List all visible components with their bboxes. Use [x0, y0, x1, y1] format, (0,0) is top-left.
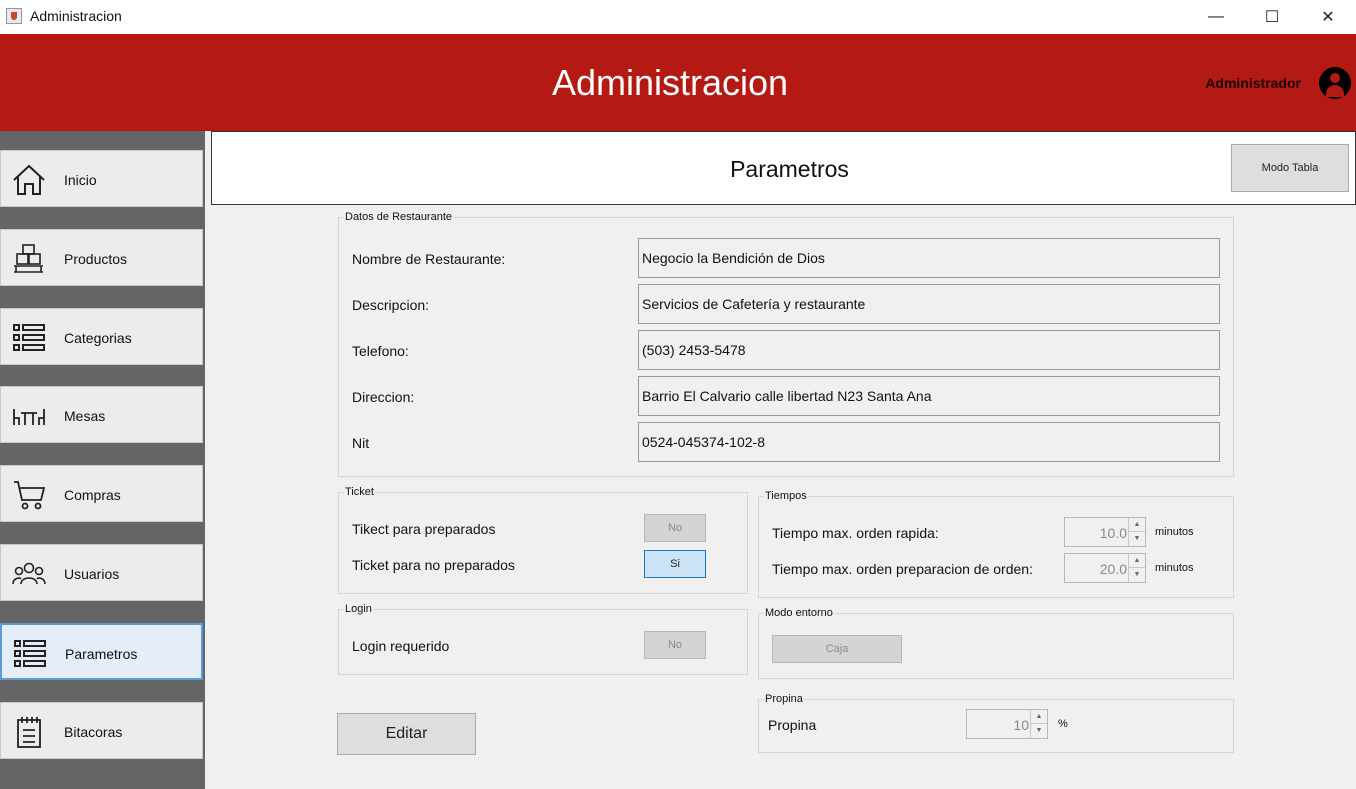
sidebar-item-label: Bitacoras: [64, 724, 123, 740]
tiempos-group: Tiempos: [758, 490, 1234, 598]
boxes-icon: [14, 244, 43, 273]
group-title: Modo entorno: [764, 607, 834, 619]
tiempo-rapida-unit: minutos: [1155, 526, 1194, 538]
tiempo-preparacion-unit: minutos: [1155, 562, 1194, 574]
sidebar-item-label: Compras: [64, 487, 121, 503]
table-chairs-icon: [13, 409, 45, 425]
user-avatar-icon[interactable]: [1319, 67, 1351, 99]
ticket-no-preparados-label: Ticket para no preparados: [352, 557, 515, 573]
app-header: Administracion Administrador: [0, 34, 1356, 131]
spinner-down-icon[interactable]: ▼: [1031, 724, 1047, 738]
sidebar-item-bitacoras[interactable]: Bitacoras: [0, 702, 203, 759]
sidebar-item-label: Productos: [64, 251, 128, 267]
propina-label: Propina: [768, 717, 817, 733]
direccion-field[interactable]: Barrio El Calvario calle libertad N23 Sa…: [638, 376, 1220, 416]
sidebar-item-compras[interactable]: Compras: [0, 465, 203, 522]
sidebar: Inicio Productos Categorias Mesas Compra…: [0, 131, 205, 789]
tiempo-preparacion-spinner[interactable]: 20.0 ▲ ▼: [1064, 553, 1146, 583]
sidebar-item-label: Categorias: [64, 330, 132, 346]
login-requerido-toggle[interactable]: No: [644, 631, 706, 659]
page-title: Parametros: [730, 156, 849, 182]
list-icon: [14, 640, 46, 667]
sidebar-item-inicio[interactable]: Inicio: [0, 150, 203, 207]
cart-icon: [14, 481, 46, 510]
minimize-button[interactable]: —: [1188, 0, 1244, 34]
spinner-value: 20.0: [1099, 561, 1127, 577]
close-button[interactable]: ✕: [1300, 0, 1356, 34]
sidebar-item-label: Parametros: [65, 646, 138, 662]
modo-tabla-button[interactable]: Modo Tabla: [1231, 144, 1349, 192]
tiempo-preparacion-label: Tiempo max. orden preparacion de orden:: [772, 561, 1033, 577]
telefono-label: Telefono:: [352, 343, 409, 359]
descripcion-label: Descripcion:: [352, 297, 430, 313]
users-icon: [12, 562, 46, 585]
nit-field[interactable]: 0524-045374-102-8: [638, 422, 1220, 462]
clipboard-icon: [17, 717, 41, 748]
nombre-field[interactable]: Negocio la Bendición de Dios: [638, 238, 1220, 278]
sidebar-item-usuarios[interactable]: Usuarios: [0, 544, 203, 601]
propina-spinner[interactable]: 10 ▲ ▼: [966, 709, 1048, 739]
login-requerido-label: Login requerido: [352, 638, 450, 654]
nit-label: Nit: [352, 435, 370, 451]
sidebar-item-mesas[interactable]: Mesas: [0, 386, 203, 443]
page-header: Parametros: [211, 131, 1356, 205]
editar-button[interactable]: Editar: [337, 713, 476, 755]
sidebar-item-label: Mesas: [64, 408, 106, 424]
tiempo-rapida-spinner[interactable]: 10.0 ▲ ▼: [1064, 517, 1146, 547]
sidebar-item-categorias[interactable]: Categorias: [0, 308, 203, 365]
spinner-up-icon[interactable]: ▲: [1129, 554, 1145, 568]
list-icon: [13, 324, 45, 351]
ticket-preparados-toggle[interactable]: No: [644, 514, 706, 542]
maximize-button[interactable]: ☐: [1244, 0, 1300, 34]
ticket-group: Ticket: [338, 486, 748, 594]
app-title: Administracion: [551, 62, 789, 103]
window-titlebar: Administracion — ☐ ✕: [0, 0, 1356, 34]
tiempo-rapida-label: Tiempo max. orden rapida:: [772, 525, 939, 541]
java-app-icon: [6, 8, 22, 24]
group-title: Ticket: [344, 486, 375, 498]
home-icon: [13, 164, 45, 195]
telefono-field[interactable]: (503) 2453-5478: [638, 330, 1220, 370]
spinner-down-icon[interactable]: ▼: [1129, 568, 1145, 582]
spinner-down-icon[interactable]: ▼: [1129, 532, 1145, 546]
sidebar-item-label: Usuarios: [64, 566, 120, 582]
descripcion-field[interactable]: Servicios de Cafetería y restaurante: [638, 284, 1220, 324]
window-title: Administracion: [30, 8, 122, 24]
sidebar-item-label: Inicio: [64, 172, 97, 188]
spinner-value: 10: [1013, 717, 1029, 733]
group-title: Tiempos: [764, 490, 808, 502]
sidebar-item-productos[interactable]: Productos: [0, 229, 203, 286]
direccion-label: Direccion:: [352, 389, 415, 405]
nombre-label: Nombre de Restaurante:: [352, 251, 506, 267]
modo-entorno-button[interactable]: Caja: [772, 635, 902, 663]
user-name[interactable]: Administrador: [1205, 75, 1301, 91]
ticket-no-preparados-toggle[interactable]: Si: [644, 550, 706, 578]
group-title: Datos de Restaurante: [344, 211, 454, 223]
spinner-up-icon[interactable]: ▲: [1031, 710, 1047, 724]
spinner-up-icon[interactable]: ▲: [1129, 518, 1145, 532]
sidebar-item-parametros[interactable]: Parametros: [0, 623, 203, 680]
propina-unit: %: [1058, 718, 1068, 730]
group-title: Login: [344, 603, 373, 615]
group-title: Propina: [764, 693, 804, 705]
spinner-value: 10.0: [1099, 525, 1127, 541]
ticket-preparados-label: Tikect para preparados: [352, 521, 496, 537]
